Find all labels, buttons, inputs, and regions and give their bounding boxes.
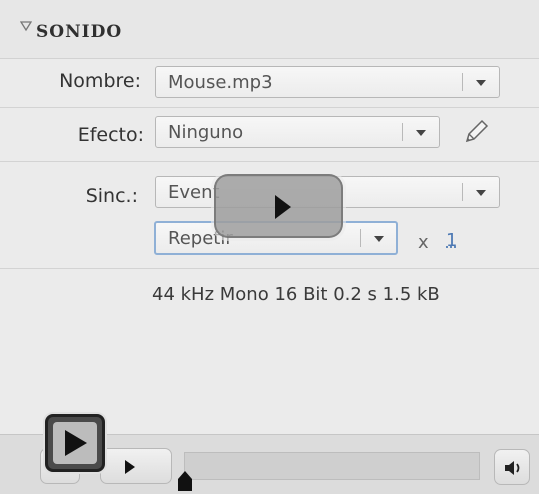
play-button[interactable] — [100, 448, 172, 484]
play-icon — [123, 458, 137, 476]
sound-properties-panel: SONIDO Nombre: Mouse.mp3 Efecto: Ninguno… — [0, 0, 539, 493]
timeline-scrubber[interactable] — [184, 452, 480, 480]
playhead-icon[interactable] — [176, 470, 194, 492]
name-dropdown[interactable]: Mouse.mp3 — [155, 66, 500, 98]
dropdown-separator — [402, 123, 403, 141]
volume-button[interactable] — [494, 449, 530, 485]
play-icon — [272, 192, 294, 222]
repeat-times-symbol: x — [418, 232, 429, 253]
name-label: Nombre: — [56, 70, 141, 92]
section-header-sound[interactable]: SONIDO — [0, 0, 539, 59]
row-divider — [0, 268, 539, 269]
chevron-down-icon — [414, 126, 428, 140]
speaker-icon — [503, 458, 523, 478]
dropdown-separator — [360, 229, 361, 247]
repeat-count-field[interactable]: 1 — [446, 230, 457, 251]
effect-label: Efecto: — [56, 124, 144, 146]
name-value: Mouse.mp3 — [168, 72, 273, 93]
sound-info-text: 44 kHz Mono 16 Bit 0.2 s 1.5 kB — [152, 284, 440, 305]
row-divider — [0, 161, 539, 162]
effect-dropdown[interactable]: Ninguno — [155, 116, 440, 148]
sync-label: Sinc.: — [56, 185, 138, 207]
section-title: SONIDO — [36, 22, 122, 42]
effect-value: Ninguno — [168, 122, 243, 143]
chevron-down-icon — [474, 76, 488, 90]
triangle-down-icon — [20, 20, 32, 32]
overlay-play-button[interactable] — [214, 174, 343, 238]
large-play-button[interactable] — [45, 414, 105, 472]
chevron-down-icon — [474, 186, 488, 200]
play-icon — [63, 428, 89, 458]
chevron-down-icon — [372, 232, 386, 246]
dropdown-separator — [462, 73, 463, 91]
dropdown-separator — [462, 183, 463, 201]
row-divider — [0, 107, 539, 108]
pencil-icon[interactable] — [461, 117, 491, 147]
sync-value: Event — [168, 182, 220, 203]
